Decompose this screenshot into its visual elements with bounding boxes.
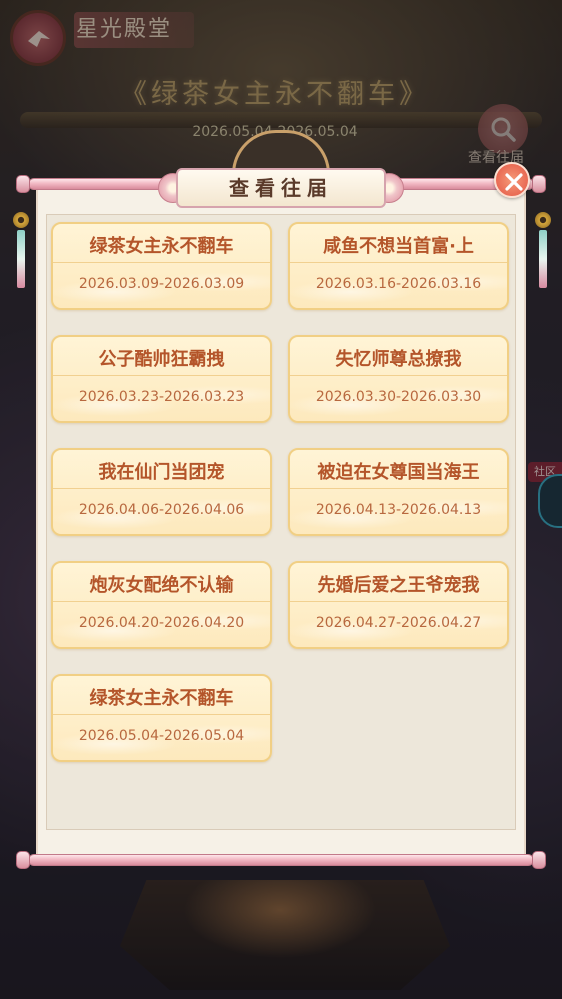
- edition-card[interactable]: 我在仙门当团宠 2026.04.06-2026.04.06: [51, 448, 272, 536]
- modal-title: 查看往届: [176, 168, 386, 208]
- edition-name: 被迫在女尊国当海王: [317, 462, 480, 483]
- edition-name: 公子酷帅狂霸拽: [98, 349, 225, 370]
- edition-name: 失忆师尊总撩我: [335, 349, 462, 370]
- edition-card[interactable]: 咸鱼不想当首富·上 2026.03.16-2026.03.16: [288, 222, 509, 310]
- rod-cap-left-bottom: [16, 851, 30, 869]
- edition-card[interactable]: 公子酷帅狂霸拽 2026.03.23-2026.03.23: [51, 335, 272, 423]
- tassel-left: [13, 212, 29, 292]
- edition-name: 绿茶女主永不翻车: [89, 236, 234, 257]
- edition-date: 2026.03.23-2026.03.23: [78, 389, 245, 405]
- edition-name: 炮灰女配绝不认输: [89, 575, 234, 596]
- coin-icon: [535, 212, 551, 228]
- edition-card[interactable]: 绿茶女主永不翻车 2026.03.09-2026.03.09: [51, 222, 272, 310]
- edition-date: 2026.03.16-2026.03.16: [315, 276, 482, 292]
- close-button[interactable]: [494, 162, 530, 198]
- edition-name: 绿茶女主永不翻车: [89, 688, 234, 709]
- coin-icon: [13, 212, 29, 228]
- close-x-icon: [505, 173, 523, 191]
- edition-name: 我在仙门当团宠: [98, 462, 225, 483]
- edition-date: 2026.03.09-2026.03.09: [78, 276, 245, 292]
- rod-cap-right-bottom: [532, 851, 546, 869]
- edition-date: 2026.04.20-2026.04.20: [78, 615, 245, 631]
- rod-cap-right: [532, 175, 546, 193]
- edition-card[interactable]: 失忆师尊总撩我 2026.03.30-2026.03.30: [288, 335, 509, 423]
- edition-date: 2026.05.04-2026.05.04: [78, 728, 245, 744]
- edition-date: 2026.04.27-2026.04.27: [315, 615, 482, 631]
- edition-date: 2026.03.30-2026.03.30: [315, 389, 482, 405]
- edition-date: 2026.04.06-2026.04.06: [78, 502, 245, 518]
- tassel-right: [535, 212, 551, 292]
- edition-name: 咸鱼不想当首富·上: [323, 236, 474, 257]
- edition-date: 2026.04.13-2026.04.13: [315, 502, 482, 518]
- edition-card[interactable]: 先婚后爱之王爷宠我 2026.04.27-2026.04.27: [288, 561, 509, 649]
- edition-card[interactable]: 被迫在女尊国当海王 2026.04.13-2026.04.13: [288, 448, 509, 536]
- edition-card[interactable]: 绿茶女主永不翻车 2026.05.04-2026.05.04: [51, 674, 272, 762]
- scroll-bottom-rod: [28, 854, 534, 866]
- edition-name: 先婚后爱之王爷宠我: [317, 575, 480, 596]
- rod-cap-left: [16, 175, 30, 193]
- edition-card[interactable]: 炮灰女配绝不认输 2026.04.20-2026.04.20: [51, 561, 272, 649]
